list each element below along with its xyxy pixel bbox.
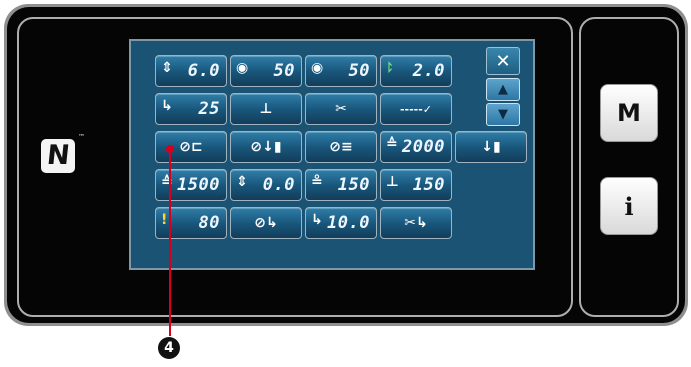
thread-wiper-lock-button[interactable]: ⊘≡: [305, 131, 377, 163]
scroll-down-button[interactable]: ▼: [486, 103, 520, 126]
feed-offset-icon: ⇕: [236, 174, 248, 190]
stitch-length-button[interactable]: ⇕ 6.0: [155, 55, 227, 87]
arrow-down-icon: ▼: [498, 107, 508, 122]
callout-number-badge: 4: [158, 337, 180, 359]
tension-r-icon: ◉: [311, 60, 324, 76]
tension-l-icon: ◉: [236, 60, 249, 76]
speed-setting-button[interactable]: ≙ 1500: [155, 169, 227, 201]
stitch-counter-button[interactable]: ⊥ 150: [380, 169, 452, 201]
feed-offset-button[interactable]: ⇕ 0.0: [230, 169, 302, 201]
bobbin-counter-button[interactable]: ≗ 150: [305, 169, 377, 201]
needle-position-button[interactable]: ↓▮: [455, 131, 527, 163]
speed-icon: ≙: [386, 136, 398, 152]
needle-down-lock-button[interactable]: ⊘↓▮: [230, 131, 302, 163]
needle-thread-button[interactable]: ⥏ 2.0: [380, 55, 452, 87]
info-button[interactable]: i: [600, 177, 658, 235]
thread-trim-button[interactable]: ✂: [305, 93, 377, 125]
pattern-check-icon: -----✓: [399, 102, 433, 116]
needle-stop-icon: ⊥: [259, 101, 273, 117]
prohibited-pedal-icon: ⊘⊏: [179, 139, 203, 155]
bobbin-icon: ≗: [311, 174, 323, 190]
touch-screen: ⇕ 6.0 ◉ 50 ◉ 50 ⥏ 2.0 ↳ 25 ⊥ ✂ -----✓ ⊘⊏…: [129, 39, 535, 270]
thread-tension-r-button[interactable]: ◉ 50: [305, 55, 377, 87]
max-speed-button[interactable]: ≙ 2000: [380, 131, 452, 163]
foot-height-icon: ↳: [311, 212, 323, 228]
sewing-pattern-button[interactable]: -----✓: [380, 93, 452, 125]
stitch-length-icon: ⇕: [161, 60, 173, 76]
presser-foot-button[interactable]: ↳ 25: [155, 93, 227, 125]
trim-lift-icon: ✂↳: [404, 215, 428, 231]
close-button[interactable]: ✕: [486, 47, 520, 75]
close-icon: ✕: [495, 50, 511, 72]
trim-lift-button[interactable]: ✂↳: [380, 207, 452, 239]
foot-lift-lock-button[interactable]: ⊘↳: [230, 207, 302, 239]
foot-height-button[interactable]: ↳ 10.0: [305, 207, 377, 239]
side-button-frame: [579, 17, 679, 317]
prohibited-foot-icon: ⊘↳: [254, 215, 278, 231]
scissors-icon: ✂: [335, 101, 347, 117]
arrow-up-icon: ▲: [498, 82, 508, 97]
alarm-button[interactable]: ! 80: [155, 207, 227, 239]
prohibited-wiper-icon: ⊘≡: [329, 139, 353, 155]
needle-position-icon: ↓▮: [481, 139, 501, 155]
needle-thread-icon: ⥏: [386, 60, 393, 76]
alarm-icon: !: [161, 212, 168, 228]
callout-leader-line: [169, 151, 171, 336]
needle-stop-button[interactable]: ⊥: [230, 93, 302, 125]
nfc-logo-icon: N ™: [41, 133, 85, 173]
mode-button[interactable]: M: [600, 84, 658, 142]
presser-foot-icon: ↳: [161, 98, 173, 114]
thread-tension-l-button[interactable]: ◉ 50: [230, 55, 302, 87]
prohibited-needle-icon: ⊘↓▮: [250, 139, 282, 155]
stitch-counter-icon: ⊥: [386, 174, 399, 190]
scroll-up-button[interactable]: ▲: [486, 78, 520, 101]
